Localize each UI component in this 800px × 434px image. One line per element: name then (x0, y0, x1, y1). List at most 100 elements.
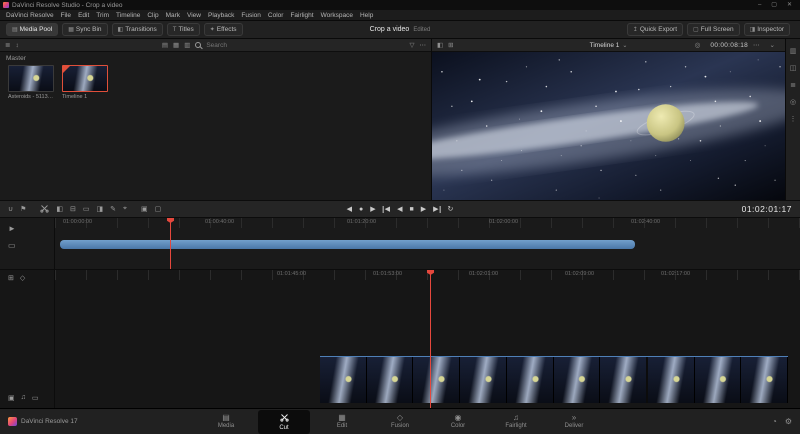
go-to-last-frame-button[interactable]: ▶ (433, 205, 441, 213)
effects-button[interactable]: ✦ Effects (203, 23, 243, 36)
media-clip-timeline-1[interactable]: Timeline 1 (62, 65, 108, 100)
menu-item-trim[interactable]: Trim (96, 12, 109, 19)
quick-export-button[interactable]: ↥ Quick Export (626, 23, 684, 36)
keyframe-icon[interactable]: ◎ (790, 98, 796, 106)
overview-track-area[interactable]: 01:00:00:00 01:00:40:00 01:01:20:00 01:0… (55, 218, 800, 269)
clip-frame (366, 357, 414, 403)
sort-order-icon[interactable]: ↕ (15, 42, 18, 49)
titles-icon: T (172, 26, 177, 33)
inspector-button[interactable]: ◨ Inspector (743, 23, 790, 36)
step-back-button[interactable]: ◀ (397, 206, 402, 213)
menu-item-clip[interactable]: Clip (147, 12, 158, 19)
list-view-icon[interactable]: ▤ (162, 41, 168, 49)
inspector-icon: ◨ (749, 27, 756, 33)
color-page-icon: ◉ (454, 413, 462, 422)
filter-icon[interactable]: ▽ (410, 41, 415, 49)
media-pool-button[interactable]: ▤ Media Pool (6, 23, 59, 36)
speaker-icon[interactable]: ♫ (21, 394, 26, 402)
tab-deliver[interactable]: » Deliver (548, 410, 600, 434)
snapping-icon[interactable]: ∪ (8, 205, 13, 213)
titles-button[interactable]: T Titles (166, 23, 200, 36)
tab-fairlight[interactable]: ♫ Fairlight (490, 410, 542, 434)
trim-mode-icon[interactable]: ◧ (56, 205, 63, 213)
full-screen-button[interactable]: ▢ Full Screen (687, 23, 740, 36)
metadata-icon[interactable]: ≣ (790, 81, 796, 89)
tab-fusion[interactable]: ◇ Fusion (374, 410, 426, 434)
effects-icon: ✦ (209, 27, 215, 33)
tab-edit[interactable]: ▦ Edit (316, 410, 368, 434)
bin-options-icon[interactable]: ⋯ (420, 41, 427, 49)
menu-item-edit[interactable]: Edit (78, 12, 89, 19)
pointer-tool-icon[interactable]: ► (8, 224, 16, 233)
transitions-button[interactable]: ◧ Transitions (111, 23, 163, 36)
go-to-first-frame-button[interactable]: ◀ (382, 205, 390, 213)
minimize-button[interactable]: – (753, 0, 766, 10)
split-clip-icon[interactable] (40, 204, 50, 215)
grid-overlay-icon[interactable]: ⊞ (448, 41, 453, 49)
insert-clip-icon[interactable]: ▭ (83, 205, 90, 213)
viewer-options-icon[interactable]: ⋯ (753, 41, 760, 49)
close-button[interactable]: ✕ (782, 0, 797, 10)
overview-playhead[interactable] (167, 218, 174, 269)
clip-name: Asteroids - 51135... (8, 94, 54, 100)
viewer-header: ◧ ⊞ Timeline 1 ⌄ ◎ 00:00:08:18 ⋯ ⌄ (432, 39, 785, 52)
tab-media[interactable]: ▤ Media (200, 410, 252, 434)
overview-clip-bar[interactable] (60, 240, 635, 249)
zoom-menu-icon[interactable]: ⌄ (770, 41, 775, 49)
sync-bin-button[interactable]: ▦ Sync Bin (62, 23, 108, 36)
timeline-options-icon[interactable]: ⊞ (8, 274, 14, 282)
detail-playhead[interactable] (427, 270, 434, 408)
menu-item-file[interactable]: File (61, 12, 71, 19)
menu-item-help[interactable]: Help (360, 12, 373, 19)
import-media-icon[interactable]: ≣ (5, 41, 10, 49)
menu-item-fairlight[interactable]: Fairlight (290, 12, 313, 19)
menu-item-color[interactable]: Color (268, 12, 284, 19)
play-around-fwd-icon[interactable]: ▶ (370, 206, 375, 213)
strip-view-icon[interactable]: ▥ (184, 41, 190, 49)
transition-icon[interactable]: ⊟ (70, 205, 76, 213)
thumbnail-view-icon[interactable]: ▦ (173, 41, 179, 49)
search-input[interactable] (206, 41, 267, 49)
stop-button[interactable]: ■ (409, 206, 413, 213)
marker-icon[interactable]: ⌖ (123, 205, 127, 213)
viewer-video[interactable] (432, 52, 785, 200)
source-mode-icon[interactable]: ◧ (437, 41, 443, 49)
more-options-icon[interactable]: ⋮ (790, 115, 797, 123)
project-settings-gear-icon[interactable]: ⚙ (785, 417, 792, 426)
menu-item-mark[interactable]: Mark (166, 12, 180, 19)
lock-track-icon[interactable]: ▣ (8, 394, 15, 402)
flag-icon[interactable]: ⚑ (20, 205, 26, 213)
video-track-icon[interactable]: ▭ (32, 394, 39, 402)
range-select-icon[interactable]: ▭ (8, 241, 16, 250)
tab-color[interactable]: ◉ Color (432, 410, 484, 434)
tab-cut[interactable]: Cut (258, 409, 310, 434)
play-button[interactable]: ▶ (421, 206, 426, 213)
menu-item-playback[interactable]: Playback (208, 12, 234, 19)
menu-item-davinci-resolve[interactable]: DaVinci Resolve (6, 12, 54, 19)
camera-view-icon[interactable]: ▢ (155, 205, 162, 213)
menu-item-workspace[interactable]: Workspace (321, 12, 353, 19)
mixer-icon[interactable]: ◫ (790, 64, 797, 72)
play-around-back-icon[interactable]: ◀ (347, 206, 352, 213)
title-bar: DaVinci Resolve Studio - Crop a video – … (0, 0, 800, 10)
media-clip-asteroids[interactable]: Asteroids - 51135... (8, 65, 54, 100)
audio-meter-icon[interactable]: ▥ (790, 47, 797, 55)
detail-track-area[interactable]: 01:01:45:00 01:01:53:00 01:02:01:00 01:0… (55, 270, 800, 408)
overview-ruler[interactable]: 01:00:00:00 01:00:40:00 01:01:20:00 01:0… (55, 218, 800, 228)
menu-item-timeline[interactable]: Timeline (116, 12, 140, 19)
menu-item-view[interactable]: View (187, 12, 201, 19)
timeline-selector[interactable]: Timeline 1 ⌄ (590, 42, 628, 49)
match-frame-icon[interactable]: ▣ (141, 205, 148, 213)
overwrite-clip-icon[interactable]: ◨ (97, 205, 104, 213)
menu-item-fusion[interactable]: Fusion (241, 12, 261, 19)
track-color-icon[interactable]: ◇ (20, 274, 25, 282)
clip-grid: Asteroids - 51135... Timeline 1 (0, 63, 431, 102)
search-icon[interactable] (195, 42, 202, 48)
title-insert-icon[interactable]: ✎ (110, 205, 116, 213)
status-indicator-icon[interactable]: ◔ (772, 417, 777, 426)
video-clip-strip[interactable] (320, 356, 789, 403)
maximize-button[interactable]: ▢ (766, 0, 782, 10)
space-scene-image (432, 52, 785, 200)
loop-button[interactable]: ↻ (447, 206, 453, 213)
play-around-icon[interactable]: ● (359, 206, 363, 213)
